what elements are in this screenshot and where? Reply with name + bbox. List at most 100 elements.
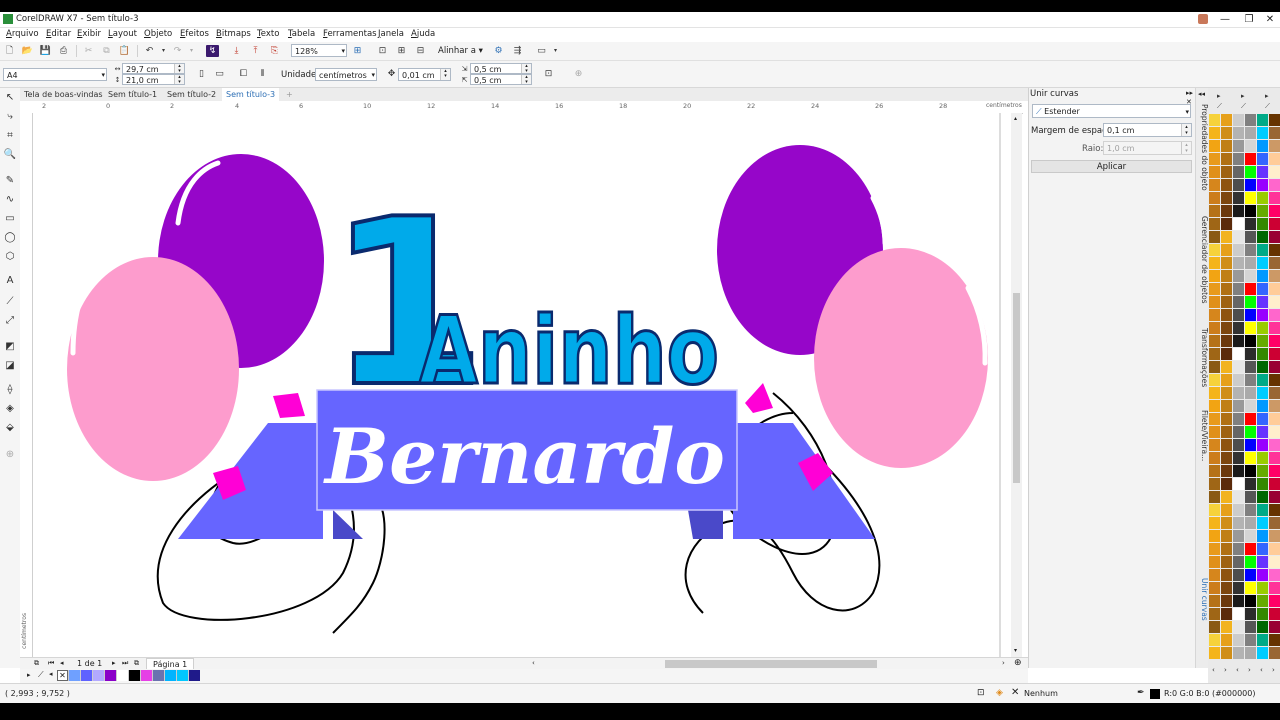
color-swatch[interactable] xyxy=(1257,413,1268,425)
cut-icon[interactable]: ✂ xyxy=(82,45,95,57)
color-swatch[interactable] xyxy=(1257,348,1268,360)
drop-shadow-icon[interactable]: ◩ xyxy=(3,340,17,354)
launcher-icon[interactable]: ▭ xyxy=(535,45,548,57)
color-swatch[interactable] xyxy=(1245,218,1256,230)
color-swatch[interactable] xyxy=(1233,322,1244,334)
first-page-icon[interactable]: ⏮ xyxy=(48,659,54,668)
color-swatch[interactable] xyxy=(1257,270,1268,282)
color-swatch[interactable] xyxy=(1245,543,1256,555)
color-swatch[interactable] xyxy=(1221,413,1232,425)
color-swatch[interactable] xyxy=(1245,556,1256,568)
color-swatch[interactable] xyxy=(1209,192,1220,204)
color-swatch[interactable] xyxy=(1221,569,1232,581)
zoom-level-dropdown[interactable]: 128% ▾ xyxy=(291,44,347,57)
import-icon[interactable]: ⤓ xyxy=(230,45,243,57)
color-swatch[interactable] xyxy=(1269,452,1280,464)
search-content-icon[interactable]: ↯ xyxy=(206,45,219,57)
color-swatch[interactable] xyxy=(1257,283,1268,295)
eyedropper-icon[interactable]: ⟋ xyxy=(1217,102,1222,111)
color-swatch[interactable] xyxy=(1245,647,1256,659)
color-swatch[interactable] xyxy=(1209,244,1220,256)
color-swatch[interactable] xyxy=(1209,257,1220,269)
color-swatch[interactable] xyxy=(1233,270,1244,282)
color-swatch[interactable] xyxy=(1233,504,1244,516)
dimension-tool-icon[interactable]: ⟋ xyxy=(3,295,17,309)
color-swatch[interactable] xyxy=(1233,361,1244,373)
text-tool-icon[interactable]: A xyxy=(3,274,17,288)
stepper-icon[interactable]: ▴ ▾ xyxy=(174,64,184,74)
color-swatch[interactable] xyxy=(1269,257,1280,269)
color-swatch[interactable] xyxy=(1221,530,1232,542)
full-screen-icon[interactable]: ⊞ xyxy=(351,45,364,57)
color-swatch[interactable] xyxy=(1245,569,1256,581)
portrait-icon[interactable]: ▯ xyxy=(195,68,208,80)
menu-arquivo[interactable]: Arquivo xyxy=(6,29,39,39)
color-swatch[interactable] xyxy=(1233,166,1244,178)
color-swatch[interactable] xyxy=(1257,634,1268,646)
add-page-icon[interactable]: ⧉ xyxy=(134,659,139,668)
color-swatch[interactable] xyxy=(1209,114,1220,126)
color-swatch[interactable] xyxy=(1209,504,1220,516)
color-swatch[interactable] xyxy=(1269,608,1280,620)
color-swatch[interactable] xyxy=(1209,218,1220,230)
smart-fill-icon[interactable]: ⬙ xyxy=(3,421,17,435)
menu-editar[interactable]: Editar xyxy=(46,29,71,39)
docker-collapse-icon[interactable]: ▸▸ xyxy=(1186,89,1193,97)
color-swatch[interactable] xyxy=(1269,439,1280,451)
color-swatch[interactable] xyxy=(1257,114,1268,126)
color-swatch[interactable] xyxy=(1245,530,1256,542)
chevron-left-icon[interactable]: ‹ xyxy=(1212,666,1215,674)
add-icon[interactable]: ⊕ xyxy=(572,68,585,80)
color-swatch[interactable] xyxy=(1233,283,1244,295)
previous-page-icon[interactable]: ◂ xyxy=(60,659,64,667)
color-swatch[interactable] xyxy=(1269,166,1280,178)
color-swatch[interactable] xyxy=(1245,140,1256,152)
color-swatch[interactable] xyxy=(1245,322,1256,334)
color-swatch[interactable] xyxy=(1269,296,1280,308)
color-swatch[interactable] xyxy=(1269,543,1280,555)
color-swatch[interactable] xyxy=(1269,244,1280,256)
color-swatch[interactable] xyxy=(1209,478,1220,490)
color-swatch[interactable] xyxy=(1209,426,1220,438)
horizontal-scroll-thumb[interactable] xyxy=(665,660,877,668)
color-swatch[interactable] xyxy=(1221,179,1232,191)
chevron-right-icon[interactable]: › xyxy=(1248,666,1251,674)
color-swatch[interactable] xyxy=(1233,530,1244,542)
color-swatch[interactable] xyxy=(1269,205,1280,217)
redo-dropdown-icon[interactable]: ▾ xyxy=(185,45,198,57)
color-swatch[interactable] xyxy=(104,670,116,681)
color-swatch[interactable] xyxy=(1245,335,1256,347)
interactive-fill-icon[interactable]: ◈ xyxy=(3,402,17,416)
color-swatch[interactable] xyxy=(1269,374,1280,386)
color-swatch[interactable] xyxy=(1221,114,1232,126)
palette-menu-icon[interactable]: ▸ xyxy=(1241,92,1245,100)
color-swatch[interactable] xyxy=(1233,426,1244,438)
stepper-icon[interactable]: ▴ ▾ xyxy=(440,69,450,80)
color-swatch[interactable] xyxy=(1269,426,1280,438)
drawing-canvas[interactable]: 1 Aninho Bernardo xyxy=(33,113,1011,658)
color-swatch[interactable] xyxy=(1245,387,1256,399)
color-swatch[interactable] xyxy=(1233,634,1244,646)
color-swatch[interactable] xyxy=(1209,361,1220,373)
color-swatch[interactable] xyxy=(1233,543,1244,555)
color-swatch[interactable] xyxy=(1209,179,1220,191)
color-swatch[interactable] xyxy=(1257,621,1268,633)
color-swatch[interactable] xyxy=(1257,127,1268,139)
grid-icon[interactable]: ⊞ xyxy=(395,45,408,57)
color-swatch[interactable] xyxy=(1245,517,1256,529)
color-swatch[interactable] xyxy=(1221,452,1232,464)
color-swatch[interactable] xyxy=(1221,543,1232,555)
color-swatch[interactable] xyxy=(1269,556,1280,568)
color-swatch[interactable] xyxy=(1257,452,1268,464)
chevron-up-icon[interactable]: ▴ xyxy=(1014,115,1017,122)
color-swatch[interactable] xyxy=(1209,400,1220,412)
color-swatch[interactable] xyxy=(1221,478,1232,490)
stepper-icon[interactable]: ▴ ▾ xyxy=(1181,142,1191,154)
landscape-icon[interactable]: ▭ xyxy=(213,68,226,80)
page-options-icon[interactable]: ⧉ xyxy=(34,659,39,668)
color-swatch[interactable] xyxy=(1221,647,1232,659)
color-swatch[interactable] xyxy=(1221,127,1232,139)
undo-dropdown-icon[interactable]: ▾ xyxy=(157,45,170,57)
color-swatch[interactable] xyxy=(1257,153,1268,165)
color-swatch[interactable] xyxy=(1209,556,1220,568)
